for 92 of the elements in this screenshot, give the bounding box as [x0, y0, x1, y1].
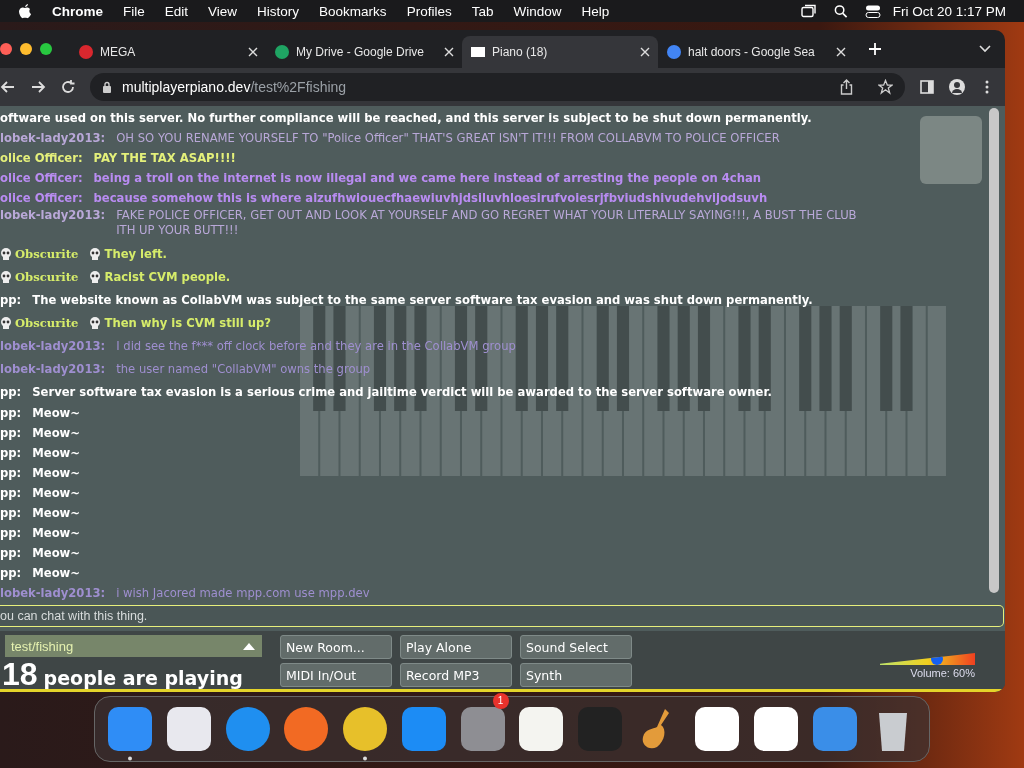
- reload-icon[interactable]: [60, 79, 76, 95]
- chat-username[interactable]: pp:: [0, 423, 22, 443]
- chat-message: the user named "CollabVM" owns the group: [116, 360, 371, 378]
- chat-message: Meow~: [32, 545, 81, 562]
- toggles-icon[interactable]: [864, 3, 881, 19]
- menu-button[interactable]: Synth: [520, 663, 632, 687]
- chat-message: Meow~: [32, 445, 81, 462]
- star-icon[interactable]: [878, 79, 893, 95]
- menu-button[interactable]: Sound Select: [520, 635, 632, 659]
- chat-message: being a troll on the internet is now illegal and we came here instead of arresting the people on 4chan: [93, 170, 761, 187]
- browser-tab[interactable]: My Drive - Google Drive: [266, 36, 462, 68]
- windows-icon[interactable]: [800, 3, 817, 19]
- menu-item[interactable]: Window: [513, 3, 562, 19]
- chat-message: I did see the f*** off clock before and they are in the CollabVM group: [116, 337, 516, 355]
- share-icon[interactable]: [839, 79, 854, 95]
- clock[interactable]: Fri Oct 20 1:17 PM: [892, 3, 1006, 19]
- menu-item[interactable]: File: [123, 3, 145, 19]
- menu-item[interactable]: View: [208, 3, 238, 19]
- chat-username[interactable]: Obscurite: [15, 266, 79, 287]
- chat-message: Then why is CVM still up?: [104, 314, 271, 332]
- players-label: people are playing: [43, 667, 243, 689]
- volume-reading: Volume: 60%: [910, 667, 975, 679]
- chat-username[interactable]: pp:: [0, 403, 22, 423]
- chevron-down-icon[interactable]: [979, 45, 991, 53]
- chat-username[interactable]: pp:: [0, 503, 22, 523]
- chat-message: Meow~: [32, 465, 81, 482]
- chat-username[interactable]: pp:: [0, 543, 22, 563]
- chat-username[interactable]: pp:: [0, 289, 22, 310]
- chat-message: FAKE POLICE OFFICER, GET OUT AND LOOK AT YOURSELF AND GO REGRET WHAT YOUR LITERALLY SAYING!!!, A BUST THE CLUB ITH UP YOUR BUTT!!!: [116, 208, 857, 238]
- chat-message: Server software tax evasion is a serious crime and jailtime verdict will be awarded to the server software owner.: [32, 383, 772, 401]
- new-tab-icon[interactable]: [868, 42, 882, 56]
- chat-message: Meow~: [32, 485, 81, 502]
- scrollbar[interactable]: [989, 108, 999, 593]
- player-count: 18: [2, 659, 38, 689]
- skull-icon: [0, 316, 12, 329]
- chat-username[interactable]: pp:: [0, 463, 22, 483]
- skull-icon: [89, 316, 102, 329]
- chat-username[interactable]: pp:: [0, 443, 22, 463]
- chat-message: i wish Jacored made mpp.com use mpp.dev: [116, 585, 370, 602]
- menu-button[interactable]: MIDI In/Out: [280, 663, 392, 687]
- address-bar[interactable]: multiplayerpiano.dev/test%2Ffishing: [90, 73, 905, 101]
- skull-icon: [89, 270, 102, 283]
- chat-message: Meow~: [32, 565, 81, 582]
- chat-username[interactable]: olice Officer:: [0, 148, 83, 168]
- chat-input-field[interactable]: ou can chat with this thing.: [0, 605, 1004, 627]
- side-panel-icon[interactable]: [919, 79, 935, 95]
- menu-item[interactable]: History: [257, 3, 300, 19]
- menu-item[interactable]: Help: [581, 3, 610, 19]
- skull-icon: [0, 247, 12, 260]
- chat-message: Meow~: [32, 525, 81, 542]
- app-menu[interactable]: Chrome: [52, 3, 103, 19]
- search-icon[interactable]: [832, 3, 849, 19]
- chat-username[interactable]: Obscurite: [15, 243, 79, 264]
- chat-username[interactable]: pp:: [0, 381, 22, 402]
- lock-icon: [102, 81, 112, 93]
- close-icon[interactable]: [640, 47, 650, 57]
- chat-username[interactable]: Obscurite: [15, 312, 79, 333]
- chat-message: PAY THE TAX ASAP!!!!: [93, 150, 236, 167]
- menu-item[interactable]: Bookmarks: [319, 3, 387, 19]
- notification-badge: 1: [492, 693, 509, 709]
- chat-username[interactable]: pp:: [0, 523, 22, 543]
- cat-photo-placeholder: [920, 116, 982, 184]
- close-icon[interactable]: [836, 47, 846, 57]
- menu-item[interactable]: Edit: [164, 3, 189, 19]
- chat-message: Racist CVM people.: [104, 268, 231, 286]
- chat-message: Meow~: [32, 425, 81, 442]
- url-text: multiplayerpiano.dev/test%2Ffishing: [122, 79, 347, 95]
- close-icon[interactable]: [248, 47, 258, 57]
- browser-tab[interactable]: halt doors - Google Sea: [658, 36, 854, 68]
- chat-message: OH SO YOU RENAME YOURSELF TO "Police Officer" THAT'S GREAT ISN'T IT!!! FROM COLLABVM TO POLICE OFFICER: [116, 130, 780, 147]
- menu-item[interactable]: Tab: [471, 3, 494, 19]
- apple-logo-icon[interactable]: [18, 3, 32, 19]
- browser-tab[interactable]: MEGA: [70, 36, 266, 68]
- menu-button[interactable]: Record MP3: [400, 663, 512, 687]
- chat-message: Meow~: [32, 405, 81, 422]
- chat-username[interactable]: pp:: [0, 563, 22, 583]
- chat-message: because somehow this is where aizufhwiouecfhaewiuvhjdsiluvhloesirufvoiesrjfbviudshivudehvijodsuvh: [93, 190, 768, 207]
- chat-message: They left.: [104, 245, 167, 263]
- skull-icon: [89, 247, 102, 260]
- chat-message: The website known as CollabVM was subject to the same server software tax evasion and was shut down permanently.: [32, 291, 813, 309]
- close-icon[interactable]: [444, 47, 454, 57]
- chat-message: Meow~: [32, 505, 81, 522]
- menu-button[interactable]: Play Alone: [400, 635, 512, 659]
- menu-item[interactable]: Profiles: [406, 3, 452, 19]
- back-arrow-icon[interactable]: [0, 79, 16, 95]
- browser-tab[interactable]: Piano (18): [462, 36, 658, 68]
- chat-message: oftware used on this server. No further compliance will be reached, and this server is subject to be shut down permanently.: [0, 110, 812, 127]
- chat-username[interactable]: pp:: [0, 483, 22, 503]
- menu-button[interactable]: New Room...: [280, 635, 392, 659]
- forward-arrow-icon[interactable]: [30, 79, 46, 95]
- skull-icon: [0, 270, 12, 283]
- profile-icon[interactable]: [949, 79, 965, 95]
